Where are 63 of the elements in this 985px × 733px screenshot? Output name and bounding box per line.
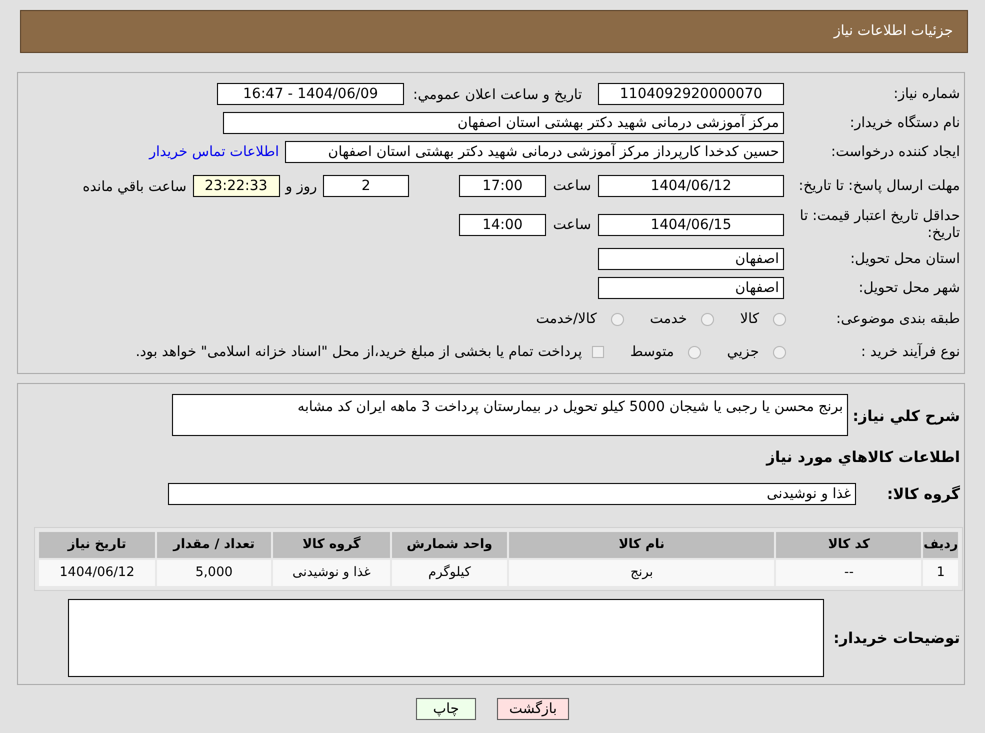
field-label: طبقه بندی موضوعی: (835, 310, 960, 328)
field-label: شهر محل تحویل: (858, 280, 960, 296)
field-label: متوسط (630, 342, 674, 362)
table-cell: -- (776, 560, 922, 586)
column-header: گروه کالا (273, 532, 390, 558)
field-label: ساعت (552, 176, 592, 196)
field-label: خدمت (650, 310, 688, 328)
field-label: جزيي (727, 342, 759, 362)
goods-group-field[interactable]: غذا و نوشیدنی (168, 483, 856, 505)
deadline-date-field[interactable]: 1404/06/12 (598, 175, 784, 197)
page-title: جزئیات اطلاعات نیاز (834, 22, 953, 41)
table-cell: غذا و نوشیدنی (273, 560, 390, 586)
need-number-field[interactable]: 1104092920000070 (598, 83, 784, 105)
buyer-notes-textarea[interactable] (68, 599, 824, 677)
section-heading: اطلاعات كالاهاي مورد نياز (766, 446, 960, 468)
field-label: روز و (286, 179, 317, 195)
days-field[interactable]: 2 (323, 175, 409, 197)
field-label: استان محل تحویل: (849, 250, 960, 268)
column-header: تعداد / مقدار (157, 532, 271, 558)
field-label: کالا/خدمت (536, 310, 597, 328)
field-label: شماره نیاز: (892, 86, 960, 102)
requester-field[interactable]: حسین کدخدا کارپرداز مرکز آموزشی درمانی شهید دکتر بهشتی استان اصفهان (285, 141, 784, 163)
goods-group-label: گروه کالا: (887, 485, 960, 503)
validity-time-field[interactable]: 14:00 (459, 214, 546, 236)
description-textarea[interactable]: برنج محسن یا رجبی یا شیجان 5000 کیلو تحویل در بیمارستان پرداخت 3 ماهه ایران کد مشابه (172, 394, 848, 436)
city-field[interactable]: اصفهان (598, 277, 784, 299)
buyer-org-field[interactable]: مرکز آموزشی درمانی شهید دکتر بهشتی استان اصفهان (223, 112, 784, 134)
radio-button[interactable] (688, 346, 702, 358)
column-header: تاریخ نیاز (39, 532, 155, 558)
radio-button[interactable] (773, 346, 786, 358)
field-label: تاریخ و ساعت اعلان عمومي: (413, 87, 582, 103)
field-label: ایجاد کننده درخواست: (830, 144, 960, 160)
validity-date-field[interactable]: 1404/06/15 (598, 214, 784, 236)
radio-button[interactable] (773, 312, 786, 326)
column-header: کد کالا (776, 532, 922, 558)
field-label: نوع فرآیند خرید : (860, 344, 960, 360)
table-cell: کیلوگرم (392, 560, 507, 586)
table-cell: برنج (509, 560, 774, 586)
table-cell: 5,000 (157, 560, 271, 586)
print-button[interactable]: چاپ (416, 698, 476, 720)
field-label: پرداخت تمام یا بخشی از مبلغ خرید،از محل "اسناد خزانه اسلامی" خواهد بود. (136, 342, 582, 362)
field-label: ساعت باقي مانده (82, 179, 186, 195)
checkbox[interactable] (592, 346, 604, 358)
column-header: ردیف (923, 532, 958, 558)
province-field[interactable]: اصفهان (598, 248, 784, 270)
description-label: شرح كلي نياز: (852, 407, 960, 425)
table-cell: 1 (923, 560, 958, 586)
column-header: واحد شمارش (392, 532, 507, 558)
remaining-time-field[interactable]: 23:22:33 (192, 175, 280, 197)
buyer-contact-link[interactable]: اطلاعات تماس خریدار (149, 142, 279, 162)
field-label: مهلت ارسال پاسخ: تا تاریخ: (798, 178, 960, 194)
field-label: ساعت (552, 216, 592, 234)
table-cell: 1404/06/12 (39, 560, 155, 586)
announce-date-field[interactable]: 1404/06/09 - 16:47 (217, 83, 404, 105)
radio-button[interactable] (610, 312, 624, 326)
deadline-time-field[interactable]: 17:00 (459, 175, 546, 197)
field-label: حداقل تاریخ اعتبار قیمت: تا تاریخ: (798, 208, 960, 242)
column-header: نام کالا (509, 532, 774, 558)
radio-button[interactable] (701, 312, 714, 326)
field-label: نام دستگاه خریدار: (848, 114, 960, 132)
field-label: کالا (740, 310, 759, 328)
back-button[interactable]: بازگشت (497, 698, 569, 720)
buyer-notes-label: توضیحات خریدار: (833, 629, 960, 647)
